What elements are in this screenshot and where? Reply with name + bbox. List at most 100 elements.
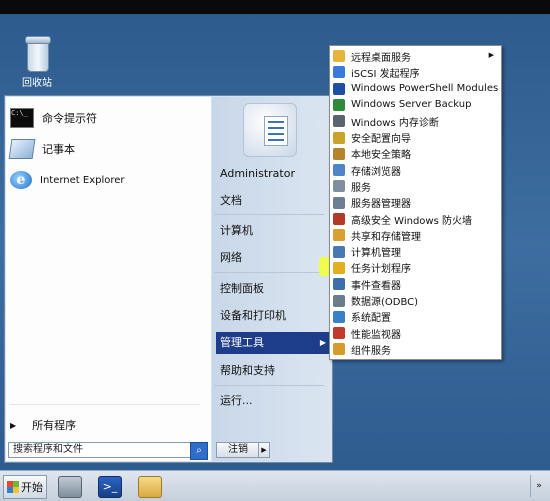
component-services-icon [333, 343, 345, 356]
submenu-item-label: 本地安全策略 [351, 150, 411, 162]
scheduler-icon [333, 261, 345, 274]
iscsi-icon [333, 66, 345, 79]
share-storage-icon [333, 229, 345, 242]
cmd-icon: C:\_ [10, 108, 34, 128]
submenu-item-label: 计算机管理 [351, 248, 401, 260]
submenu-item-label: 远程桌面服务 [351, 52, 411, 64]
submenu-item-label: 任务计划程序 [351, 264, 411, 276]
server-manager-icon[interactable] [58, 476, 82, 498]
firewall-icon [333, 213, 345, 225]
pinned-ie-label: Internet Explorer [40, 174, 125, 186]
submenu-item[interactable]: 高级安全 Windows 防火墙 [329, 211, 500, 227]
right-item-admin-tools[interactable]: 管理工具 ▶ [216, 332, 330, 354]
submenu-item[interactable]: 安全配置向导 [329, 130, 500, 146]
submenu-item-label: 共享和存储管理 [351, 231, 421, 243]
start-button[interactable]: 开始 [3, 475, 47, 499]
submenu-item-label: 高级安全 Windows 防火墙 [351, 215, 472, 227]
taskbar: 开始 >_ » [0, 470, 550, 501]
pinned-ie[interactable]: e Internet Explorer [10, 167, 125, 193]
submenu-item[interactable]: 本地安全策略 [329, 146, 500, 162]
services-icon [333, 180, 345, 193]
event-viewer-icon [333, 278, 345, 291]
submenu-item[interactable]: 数据源(ODBC) [329, 293, 500, 309]
submenu-item-label: 服务器管理器 [351, 199, 411, 211]
search-icon[interactable]: ⌕ [190, 442, 208, 460]
submenu-item-label: 组件服务 [351, 345, 391, 357]
pinned-cmd-label: 命令提示符 [42, 112, 97, 125]
admin-tools-label: 管理工具 [220, 336, 264, 349]
submenu-item[interactable]: 任务计划程序 [329, 260, 500, 276]
submenu-item-label: 服务 [351, 182, 371, 194]
pinned-notepad[interactable]: 记事本 [8, 136, 75, 162]
show-hidden-icons[interactable]: » [530, 475, 547, 497]
submenu-item[interactable]: Windows PowerShell Modules [329, 81, 500, 97]
all-programs[interactable]: ▶ 所有程序 [10, 417, 76, 433]
submenu-item[interactable]: 存储浏览器 [329, 162, 500, 178]
submenu-item[interactable]: 共享和存储管理 [329, 227, 500, 243]
recycle-bin[interactable]: 回收站 [10, 36, 64, 89]
submenu-item[interactable]: 远程桌面服务 ▶ [329, 48, 500, 64]
right-separator [214, 272, 324, 273]
submenu-item[interactable]: 系统配置 [329, 309, 500, 325]
start-label: 开始 [21, 481, 43, 494]
submenu-item[interactable]: 计算机管理 [329, 244, 500, 260]
recycle-bin-icon [22, 36, 52, 72]
submenu-item-label: 系统配置 [351, 313, 391, 325]
submenu-item[interactable]: 服务器管理器 [329, 195, 500, 211]
sysconfig-icon [333, 310, 345, 323]
powershell-icon [333, 82, 345, 95]
submenu-item-label: Windows 内存诊断 [351, 117, 439, 129]
right-item-devices-printers[interactable]: 设备和打印机 [216, 305, 330, 327]
local-policy-icon [333, 147, 345, 160]
recycle-bin-label: 回收站 [22, 78, 52, 89]
pinned-notepad-label: 记事本 [42, 143, 75, 156]
submenu-item-label: 数据源(ODBC) [351, 297, 419, 308]
folder-icon [333, 50, 345, 62]
powershell-icon[interactable]: >_ [98, 476, 122, 498]
computer-mgmt-icon [333, 245, 345, 258]
submenu-item-label: 事件查看器 [351, 280, 401, 292]
logoff-options-arrow[interactable]: ▶ [258, 442, 270, 458]
explorer-folder-icon[interactable] [138, 476, 162, 498]
submenu-item-label: Windows Server Backup [351, 99, 472, 111]
user-picture[interactable] [243, 103, 297, 157]
right-separator [214, 385, 324, 386]
submenu-item-label: Windows PowerShell Modules [351, 83, 499, 95]
perf-monitor-icon [333, 327, 345, 340]
submenu-item[interactable]: iSCSI 发起程序 [329, 64, 500, 80]
chevron-right-icon: ▶ [319, 338, 326, 347]
submenu-item-label: 性能监视器 [351, 329, 401, 341]
security-wizard-icon [333, 131, 345, 144]
submenu-item[interactable]: 性能监视器 [329, 325, 500, 341]
submenu-item[interactable]: 事件查看器 [329, 276, 500, 292]
submenu-item[interactable]: Windows 内存诊断 [329, 113, 500, 129]
right-item-documents[interactable]: 文档 [216, 190, 330, 212]
memory-icon [333, 115, 345, 128]
submenu-item[interactable]: 组件服务 [329, 341, 500, 357]
windows-logo-icon [7, 481, 19, 493]
ie-icon: e [10, 171, 32, 189]
server-manager-icon [333, 196, 345, 209]
submenu-item[interactable]: 服务 [329, 178, 500, 194]
backup-icon [333, 98, 345, 111]
right-item-help[interactable]: 帮助和支持 [216, 360, 330, 382]
top-black-bar [0, 0, 550, 14]
right-item-network[interactable]: 网络 [216, 247, 330, 269]
storage-icon [333, 164, 345, 177]
chevron-right-icon: ▶ [488, 51, 494, 59]
search-input[interactable]: 搜索程序和文件 [8, 442, 194, 458]
right-item-control-panel[interactable]: 控制面板 [216, 278, 330, 300]
logoff-button[interactable]: 注销 [216, 442, 260, 458]
triangle-right-icon: ▶ [10, 420, 17, 430]
notepad-icon [8, 139, 36, 159]
right-separator [214, 214, 324, 215]
submenu-item[interactable]: Windows Server Backup [329, 97, 500, 113]
pinned-cmd[interactable]: C:\_ 命令提示符 [10, 105, 97, 131]
submenu-item-label: 安全配置向导 [351, 134, 411, 145]
right-item-computer[interactable]: 计算机 [216, 220, 330, 242]
submenu-item-label: iSCSI 发起程序 [351, 68, 420, 80]
submenu-item-label: 存储浏览器 [351, 166, 401, 178]
right-item-run[interactable]: 运行... [216, 390, 330, 412]
right-item-administrator[interactable]: Administrator [216, 163, 330, 185]
all-programs-label: 所有程序 [32, 419, 77, 432]
